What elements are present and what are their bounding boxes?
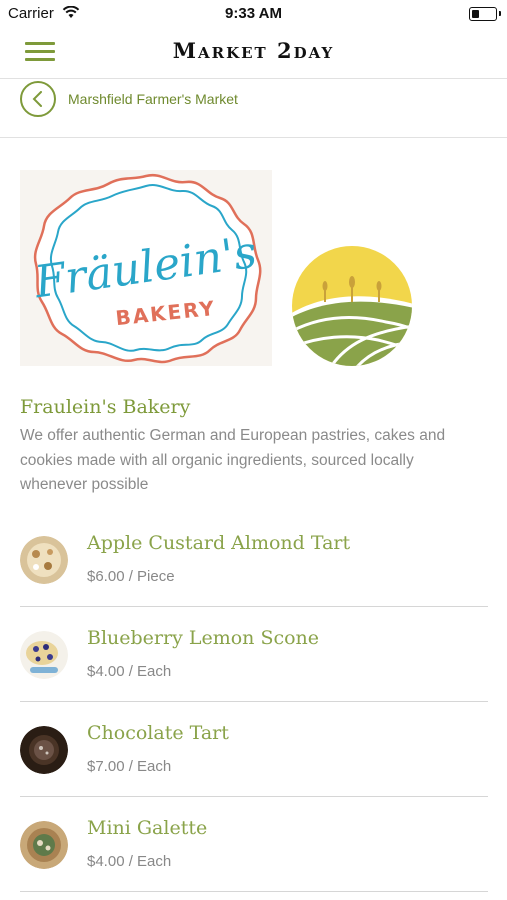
battery-icon <box>469 7 501 21</box>
product-price: $4.00 / Each <box>87 663 172 680</box>
product-name: Apple Custard Almond Tart <box>87 532 351 554</box>
product-thumbnail <box>20 726 68 774</box>
product-name: Mini Galette <box>87 817 208 839</box>
product-row[interactable]: Mini Galette $4.00 / Each <box>0 801 507 896</box>
vendor-description: We offer authentic German and European p… <box>20 427 446 493</box>
divider <box>20 796 488 797</box>
product-thumbnail <box>20 536 68 584</box>
vendor-name: Fraulein's Bakery <box>20 396 191 418</box>
product-row[interactable]: Chocolate Tart $7.00 / Each <box>0 706 507 801</box>
divider <box>20 606 488 607</box>
product-price: $7.00 / Each <box>87 758 172 775</box>
vendor-logo: Fräulein's BAKERY <box>20 170 272 366</box>
product-row[interactable]: Apple Custard Almond Tart $6.00 / Piece <box>0 516 507 611</box>
divider <box>20 701 488 702</box>
clock: 9:33 AM <box>225 5 282 22</box>
product-price: $6.00 / Piece <box>87 568 175 585</box>
wheat-field-badge <box>292 246 412 366</box>
product-thumbnail <box>20 631 68 679</box>
divider <box>20 891 488 892</box>
product-price: $4.00 / Each <box>87 853 172 870</box>
status-bar: Carrier 9:33 AM <box>0 0 507 28</box>
breadcrumb: Marshfield Farmer's Market <box>0 79 507 138</box>
product-name: Blueberry Lemon Scone <box>87 627 320 649</box>
app-title: Market 2day <box>172 38 335 63</box>
back-button[interactable] <box>20 81 56 117</box>
chevron-left-icon <box>32 91 42 107</box>
breadcrumb-market-link[interactable]: Marshfield Farmer's Market <box>68 91 238 107</box>
product-row[interactable]: Blueberry Lemon Scone $4.00 / Each <box>0 611 507 706</box>
product-name: Chocolate Tart <box>87 722 229 744</box>
nav-bar: Market 2day <box>0 28 507 79</box>
product-thumbnail <box>20 821 68 869</box>
